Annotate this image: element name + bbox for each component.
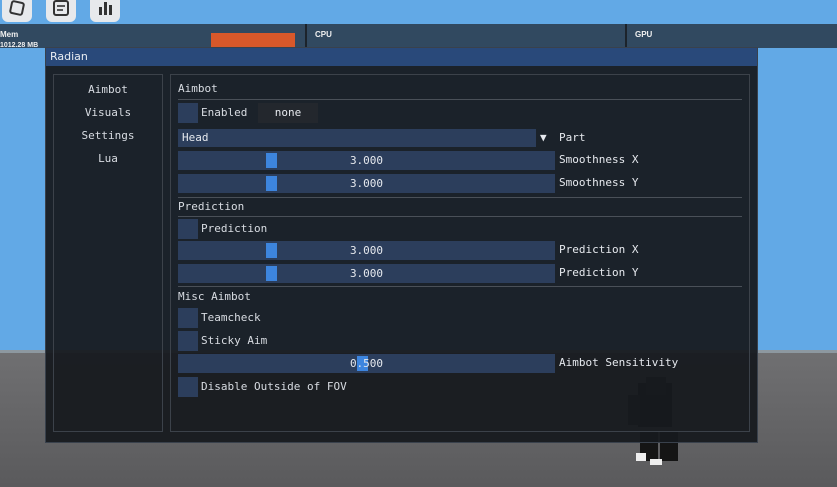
- prediction-y-value: 3.000: [349, 267, 384, 280]
- aimbot-panel: Aimbot Enabled none Head ▼ Part 3.000 Sm…: [170, 74, 750, 432]
- prediction-section-title: Prediction: [178, 200, 245, 213]
- prediction-y-label: Prediction Y: [559, 266, 639, 279]
- section-divider: [178, 197, 742, 198]
- sticky-aim-label: Sticky Aim: [201, 334, 268, 347]
- fov-checkbox[interactable]: [178, 377, 198, 397]
- enabled-label: Enabled: [201, 106, 248, 119]
- prediction-x-slider[interactable]: 3.000: [178, 241, 555, 260]
- mem-value: 1012.28 MB: [0, 42, 39, 49]
- sensitivity-value: 0.500: [349, 357, 384, 370]
- misc-section-title: Misc Aimbot: [178, 290, 251, 303]
- window-titlebar[interactable]: Radian: [46, 48, 757, 66]
- mem-label: Mem: [0, 30, 19, 39]
- gpu-label: GPU: [635, 30, 653, 39]
- prediction-label: Prediction: [201, 222, 268, 235]
- cpu-label: CPU: [315, 30, 332, 39]
- section-divider: [178, 286, 742, 287]
- teamcheck-label: Teamcheck: [201, 311, 261, 324]
- tab-aimbot[interactable]: Aimbot: [54, 78, 162, 101]
- stats-divider: [625, 24, 627, 48]
- part-dropdown[interactable]: Head: [178, 129, 536, 147]
- aimbot-keybind-button[interactable]: none: [258, 103, 318, 123]
- stats-divider: [305, 24, 307, 48]
- roblox-menu-icon[interactable]: [2, 0, 32, 22]
- gpu-stat: GPU: [629, 24, 829, 48]
- performance-stats-bar: Mem 1012.28 MB CPU GPU: [0, 24, 837, 49]
- section-divider: [178, 99, 742, 100]
- section-divider: [178, 216, 742, 217]
- smoothness-y-slider[interactable]: 3.000: [178, 174, 555, 193]
- smoothness-y-value: 3.000: [349, 177, 384, 190]
- cpu-stat: CPU: [309, 24, 609, 48]
- window-title: Radian: [50, 50, 88, 63]
- tab-lua[interactable]: Lua: [54, 147, 162, 170]
- part-label: Part: [559, 131, 586, 144]
- aimbot-section-title: Aimbot: [178, 82, 218, 95]
- aimbot-sensitivity-slider[interactable]: 0.500: [178, 354, 555, 373]
- tab-visuals[interactable]: Visuals: [54, 101, 162, 124]
- prediction-y-slider[interactable]: 3.000: [178, 264, 555, 283]
- prediction-checkbox[interactable]: [178, 219, 198, 239]
- leaderboard-icon[interactable]: [90, 0, 120, 22]
- prediction-x-value: 3.000: [349, 244, 384, 257]
- fov-label: Disable Outside of FOV: [201, 380, 347, 393]
- prediction-x-label: Prediction X: [559, 243, 639, 256]
- smoothness-x-label: Smoothness X: [559, 153, 639, 166]
- part-dropdown-value: Head: [182, 131, 209, 144]
- smoothness-y-label: Smoothness Y: [559, 176, 639, 189]
- sticky-aim-checkbox[interactable]: [178, 331, 198, 351]
- smoothness-x-slider[interactable]: 3.000: [178, 151, 555, 170]
- chat-icon[interactable]: [46, 0, 76, 22]
- dropdown-arrow-icon[interactable]: ▼: [540, 129, 552, 147]
- radian-window: Radian Aimbot Visuals Settings Lua Aimbo…: [45, 47, 758, 443]
- mem-usage-bar: [211, 33, 295, 48]
- smoothness-x-value: 3.000: [349, 154, 384, 167]
- teamcheck-checkbox[interactable]: [178, 308, 198, 328]
- sensitivity-label: Aimbot Sensitivity: [559, 356, 679, 369]
- tab-settings[interactable]: Settings: [54, 124, 162, 147]
- enabled-checkbox[interactable]: [178, 103, 198, 123]
- tab-sidebar: Aimbot Visuals Settings Lua: [53, 74, 163, 432]
